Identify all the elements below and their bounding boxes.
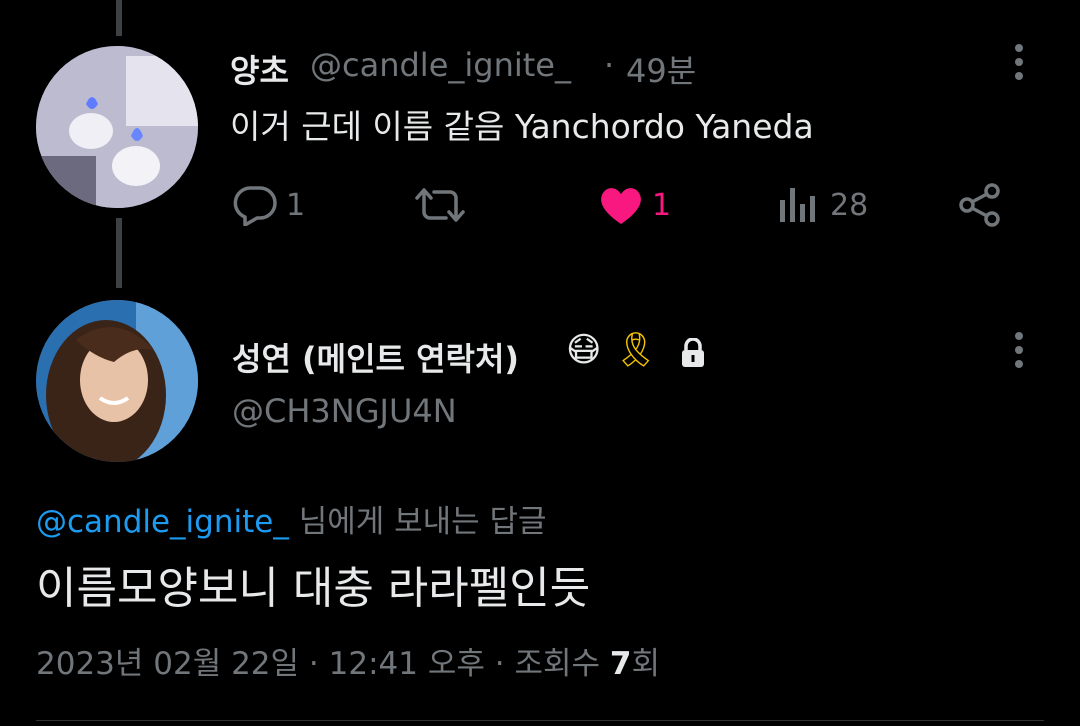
meta-separator: · xyxy=(308,646,319,682)
divider xyxy=(36,720,1044,721)
more-options-icon[interactable] xyxy=(1015,332,1023,374)
mask-emoji-icon: 😷 xyxy=(566,330,602,370)
tweet2-display-name[interactable]: 성연 (메인트 연락처) xyxy=(232,334,519,380)
tweet1-separator: · xyxy=(604,46,615,84)
more-options-icon[interactable] xyxy=(1015,44,1023,86)
thread-line-top xyxy=(116,0,122,36)
like-count: 1 xyxy=(652,187,672,223)
reply-context: @candle_ignite_ 님에게 보내는 답글 xyxy=(36,496,547,541)
tweet-meta: 2023년 02월 22일 · 12:41 오후 · 조회수 7회 xyxy=(36,638,660,683)
views-label: 조회수 xyxy=(514,646,601,682)
views-unit: 회 xyxy=(631,646,660,682)
retweet-button[interactable] xyxy=(414,184,466,226)
meta-separator: · xyxy=(494,646,505,682)
tweet2-handle[interactable]: @CH3NGJU4N xyxy=(232,392,457,430)
tweet1-time[interactable]: 49분 xyxy=(626,46,696,92)
like-button[interactable]: 1 xyxy=(598,184,671,226)
reply-button[interactable]: 1 xyxy=(232,184,305,226)
reply-count: 1 xyxy=(286,187,306,223)
reply-to-handle-link[interactable]: @candle_ignite_ xyxy=(36,504,289,540)
share-icon xyxy=(959,183,1000,227)
lock-icon xyxy=(680,337,706,372)
avatar[interactable] xyxy=(36,300,198,462)
tweet-date[interactable]: 2023년 02월 22일 xyxy=(36,646,299,682)
retweet-icon xyxy=(415,188,465,222)
tweet1-display-name[interactable]: 양초 xyxy=(230,46,289,92)
avatar-portrait-image xyxy=(36,300,198,462)
views-count: 28 xyxy=(830,187,869,223)
avatar-candle-image xyxy=(36,46,198,208)
views-chart-icon xyxy=(780,188,815,222)
avatar[interactable] xyxy=(36,46,198,208)
tweet1-text: 이거 근데 이름 같음 Yanchordo Yaneda xyxy=(230,107,814,146)
views-count: 7 xyxy=(609,646,632,682)
thread-line-middle xyxy=(116,218,122,288)
tweet-time[interactable]: 12:41 오후 xyxy=(329,646,485,682)
share-button[interactable] xyxy=(958,182,1002,228)
reply-icon xyxy=(233,186,277,226)
heart-icon xyxy=(601,188,641,224)
views-button[interactable]: 28 xyxy=(778,184,868,226)
yellow-ribbon-emoji-icon: 🎗 xyxy=(614,330,658,370)
tweet1-handle[interactable]: @candle_ignite_ xyxy=(310,46,571,84)
tweet2-text: 이름모양보니 대충 라라펠인듯 xyxy=(36,563,591,614)
reply-to-suffix: 님에게 보내는 답글 xyxy=(298,504,547,540)
